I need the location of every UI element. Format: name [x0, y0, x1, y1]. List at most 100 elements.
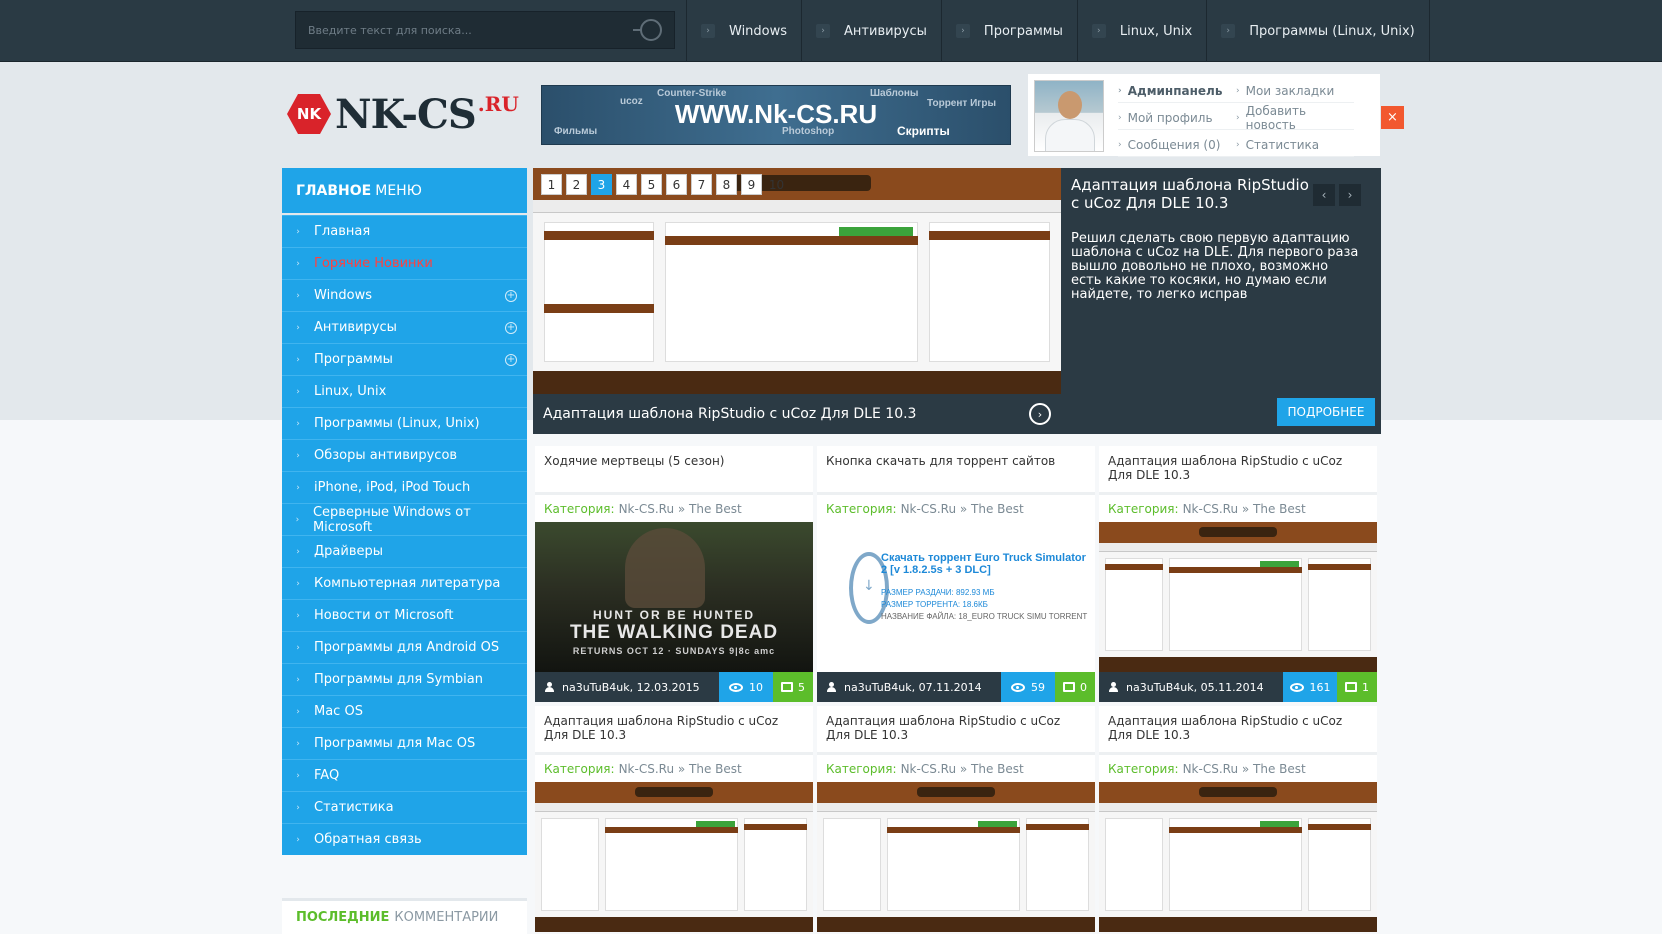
sidebar-item-hot[interactable]: › Горячие Новинки: [282, 247, 527, 279]
chevron-right-icon: ›: [1236, 86, 1240, 96]
user-link-admin[interactable]: › Админпанель: [1118, 80, 1236, 103]
news-card-author[interactable]: na3uTuB4uk, 05.11.2014: [1099, 672, 1283, 702]
sidebar-item-feedback[interactable]: › Обратная связь: [282, 823, 527, 855]
pager-page[interactable]: 1: [541, 174, 562, 195]
slide-title[interactable]: Адаптация шаблона RipStudio с uCoz Для D…: [1071, 176, 1311, 212]
news-card-comments[interactable]: 1: [1337, 672, 1377, 702]
news-card-image[interactable]: HUNT OR BE HUNTED THE WALKING DEAD RETUR…: [535, 522, 813, 672]
news-card-image[interactable]: [535, 782, 813, 932]
sidebar-item-symbian[interactable]: › Программы для Symbian: [282, 663, 527, 695]
sidebar-item-faq[interactable]: › FAQ: [282, 759, 527, 791]
news-card-comments[interactable]: 5: [773, 672, 813, 702]
slide-image[interactable]: 1 2 3 4 5 6 7 8 9 10: [533, 168, 1061, 394]
top-nav-programs[interactable]: › Программы: [940, 0, 1077, 62]
slide-prev-button[interactable]: ‹: [1313, 184, 1335, 206]
user-link-label: Мой профиль: [1127, 111, 1213, 125]
category-link[interactable]: Nk-CS.Ru » The Best: [619, 502, 742, 516]
search-input[interactable]: [308, 23, 640, 37]
news-card-comments[interactable]: 0: [1055, 672, 1095, 702]
arrow-right-circle-icon[interactable]: ›: [1029, 403, 1051, 425]
category-link[interactable]: Nk-CS.Ru » The Best: [901, 502, 1024, 516]
sidebar-item-label: Главная: [314, 224, 371, 239]
category-link[interactable]: Nk-CS.Ru » The Best: [619, 762, 742, 776]
sidebar-item-label: Программы для Mac OS: [314, 736, 476, 751]
user-link-stats[interactable]: › Статистика: [1236, 134, 1354, 157]
pager-page[interactable]: 2: [566, 174, 587, 195]
sidebar-item-server-windows[interactable]: › Серверные Windows от Microsoft: [282, 503, 527, 535]
top-nav-windows[interactable]: › Windows: [686, 0, 801, 62]
sidebar-item-statistics[interactable]: › Статистика: [282, 791, 527, 823]
news-card-title[interactable]: Кнопка скачать для торрент сайтов: [817, 446, 1095, 492]
sidebar-item-home[interactable]: › Главная: [282, 215, 527, 247]
news-card-title[interactable]: Адаптация шаблона RipStudio с uCoz Для D…: [817, 706, 1095, 752]
top-nav-linux-programs[interactable]: › Программы (Linux, Unix): [1206, 0, 1430, 62]
sidebar-item-android[interactable]: › Программы для Android OS: [282, 631, 527, 663]
chevron-right-icon: ›: [1118, 86, 1122, 96]
sidebar-item-linux-programs[interactable]: › Программы (Linux, Unix): [282, 407, 527, 439]
sidebar-item-windows[interactable]: › Windows +: [282, 279, 527, 311]
sidebar-item-label: Mac OS: [314, 704, 363, 719]
sidebar-item-antivirus[interactable]: › Антивирусы +: [282, 311, 527, 343]
eye-icon: [1011, 682, 1025, 692]
expand-plus-icon[interactable]: +: [505, 322, 517, 334]
read-more-button[interactable]: ПОДРОБНЕЕ: [1277, 398, 1375, 426]
slide-caption[interactable]: Адаптация шаблона RipStudio с uCoz Для D…: [533, 394, 1061, 434]
sidebar-item-linux[interactable]: › Linux, Unix: [282, 375, 527, 407]
pager-page[interactable]: 10: [766, 174, 787, 195]
user-icon: [1109, 682, 1118, 692]
sidebar-item-macos[interactable]: › Mac OS: [282, 695, 527, 727]
slide-next-button[interactable]: ›: [1339, 184, 1361, 206]
pager-page[interactable]: 4: [616, 174, 637, 195]
user-link-messages[interactable]: › Сообщения (0): [1118, 134, 1236, 157]
header-banner[interactable]: Counter-Strike ucoz Шаблоны Торрент Игры…: [541, 85, 1011, 145]
chevron-right-icon: ›: [296, 642, 300, 653]
category-link[interactable]: Nk-CS.Ru » The Best: [901, 762, 1024, 776]
sidebar-item-antivirus-reviews[interactable]: › Обзоры антивирусов: [282, 439, 527, 471]
user-link-add-news[interactable]: › Добавить новость: [1236, 104, 1354, 132]
news-card-image[interactable]: [1099, 522, 1377, 672]
news-card-title[interactable]: Ходячие мертвецы (5 сезон): [535, 446, 813, 492]
category-link[interactable]: Nk-CS.Ru » The Best: [1183, 502, 1306, 516]
category-link[interactable]: Nk-CS.Ru » The Best: [1183, 762, 1306, 776]
slide-caption-text: Адаптация шаблона RipStudio с uCoz Для D…: [543, 406, 917, 422]
news-card-author[interactable]: na3uTuB4uk, 12.03.2015: [535, 672, 719, 702]
sidebar-item-drivers[interactable]: › Драйверы: [282, 535, 527, 567]
user-link-label: Статистика: [1245, 138, 1320, 152]
user-link-profile[interactable]: › Мой профиль: [1118, 107, 1236, 130]
sidebar-item-macos-programs[interactable]: › Программы для Mac OS: [282, 727, 527, 759]
search-icon[interactable]: [633, 19, 662, 41]
news-card-category: Категория: Nk-CS.Ru » The Best: [535, 492, 813, 522]
pager-page-active[interactable]: 3: [591, 174, 612, 195]
news-card-image[interactable]: [1099, 782, 1377, 932]
news-card-title[interactable]: Адаптация шаблона RipStudio с uCoz Для D…: [1099, 446, 1377, 492]
avatar[interactable]: [1034, 80, 1104, 152]
news-card-title[interactable]: Адаптация шаблона RipStudio с uCoz Для D…: [1099, 706, 1377, 752]
user-link-bookmarks[interactable]: › Мои закладки: [1236, 80, 1354, 103]
news-card-image[interactable]: ↓ Скачать торрент Euro Truck Simulator 2…: [817, 522, 1095, 672]
chevron-right-icon: ›: [296, 418, 300, 429]
pager-page[interactable]: 9: [741, 174, 762, 195]
site-logo[interactable]: NK NK-CS .RU: [287, 94, 519, 136]
torrent-button-preview: ↓ Скачать торрент Euro Truck Simulator 2…: [817, 522, 1095, 672]
main-menu-title-rest: МЕНЮ: [375, 182, 422, 199]
pager-page[interactable]: 6: [666, 174, 687, 195]
pager-page[interactable]: 8: [716, 174, 737, 195]
top-nav-linux[interactable]: › Linux, Unix: [1076, 0, 1206, 62]
sidebar-item-literature[interactable]: › Компьютерная литература: [282, 567, 527, 599]
user-link-label: Добавить новость: [1245, 104, 1307, 132]
category-label: Категория:: [1108, 501, 1179, 516]
pager-page[interactable]: 7: [691, 174, 712, 195]
sidebar-item-iphone[interactable]: › iPhone, iPod, iPod Touch: [282, 471, 527, 503]
news-card-image[interactable]: [817, 782, 1095, 932]
sidebar-item-programs[interactable]: › Программы +: [282, 343, 527, 375]
eye-icon: [729, 682, 743, 692]
expand-plus-icon[interactable]: +: [505, 290, 517, 302]
logo-badge: NK: [287, 94, 331, 134]
close-icon[interactable]: ×: [1381, 106, 1404, 129]
news-card-title[interactable]: Адаптация шаблона RipStudio с uCoz Для D…: [535, 706, 813, 752]
top-nav-antivirus[interactable]: › Антивирусы: [801, 0, 941, 62]
news-card-author[interactable]: na3uTuB4uk, 07.11.2014: [817, 672, 1001, 702]
sidebar-item-microsoft-news[interactable]: › Новости от Microsoft: [282, 599, 527, 631]
pager-page[interactable]: 5: [641, 174, 662, 195]
expand-plus-icon[interactable]: +: [505, 354, 517, 366]
